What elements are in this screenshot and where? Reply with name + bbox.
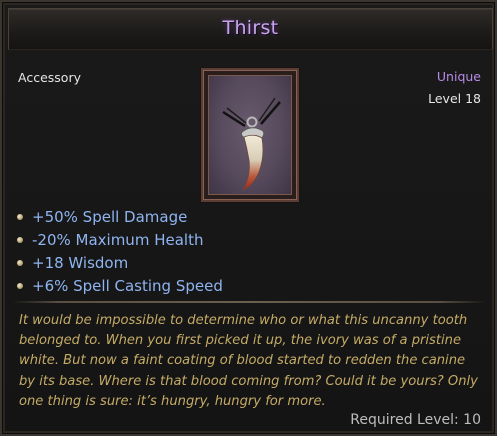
stat-text: +18 Wisdom (32, 254, 129, 272)
flavor-line: one thing is sure: it’s hungry, hungry f… (19, 393, 326, 409)
stat-text: +6% Spell Casting Speed (32, 277, 223, 295)
stat-line: -20% Maximum Health (16, 229, 456, 252)
item-title: Thirst (222, 17, 279, 39)
flavor-line: belonged to. When you first picked it up… (19, 333, 462, 349)
flavor-line: by its base. Where is that blood coming … (19, 373, 478, 389)
fang-pendant-icon (222, 97, 281, 191)
divider (12, 301, 487, 303)
item-level: Level 18 (428, 91, 481, 106)
bullet-icon (17, 237, 23, 243)
flavor-text: It would be impossible to determine who … (19, 311, 489, 412)
flavor-line: white. But now a faint coating of blood … (19, 353, 466, 369)
item-card-art (208, 75, 292, 195)
item-card-frame (201, 68, 299, 202)
bullet-icon (17, 283, 23, 289)
stat-line: +6% Spell Casting Speed (16, 275, 456, 298)
bullet-icon (17, 214, 23, 220)
stat-text: +50% Spell Damage (32, 208, 188, 226)
required-level: Required Level: 10 (350, 412, 481, 428)
item-rarity: Unique (436, 69, 481, 84)
stat-line: +18 Wisdom (16, 252, 456, 275)
stat-list: +50% Spell Damage -20% Maximum Health +1… (16, 206, 456, 298)
bullet-icon (17, 260, 23, 266)
stat-text: -20% Maximum Health (32, 231, 204, 249)
item-type: Accessory (18, 70, 81, 85)
flavor-line: It would be impossible to determine who … (19, 313, 468, 328)
title-bar: Thirst (8, 8, 493, 50)
stat-line: +50% Spell Damage (16, 206, 456, 229)
item-tooltip: Thirst Accessory Unique Level 18 +50% Sp… (0, 0, 497, 436)
